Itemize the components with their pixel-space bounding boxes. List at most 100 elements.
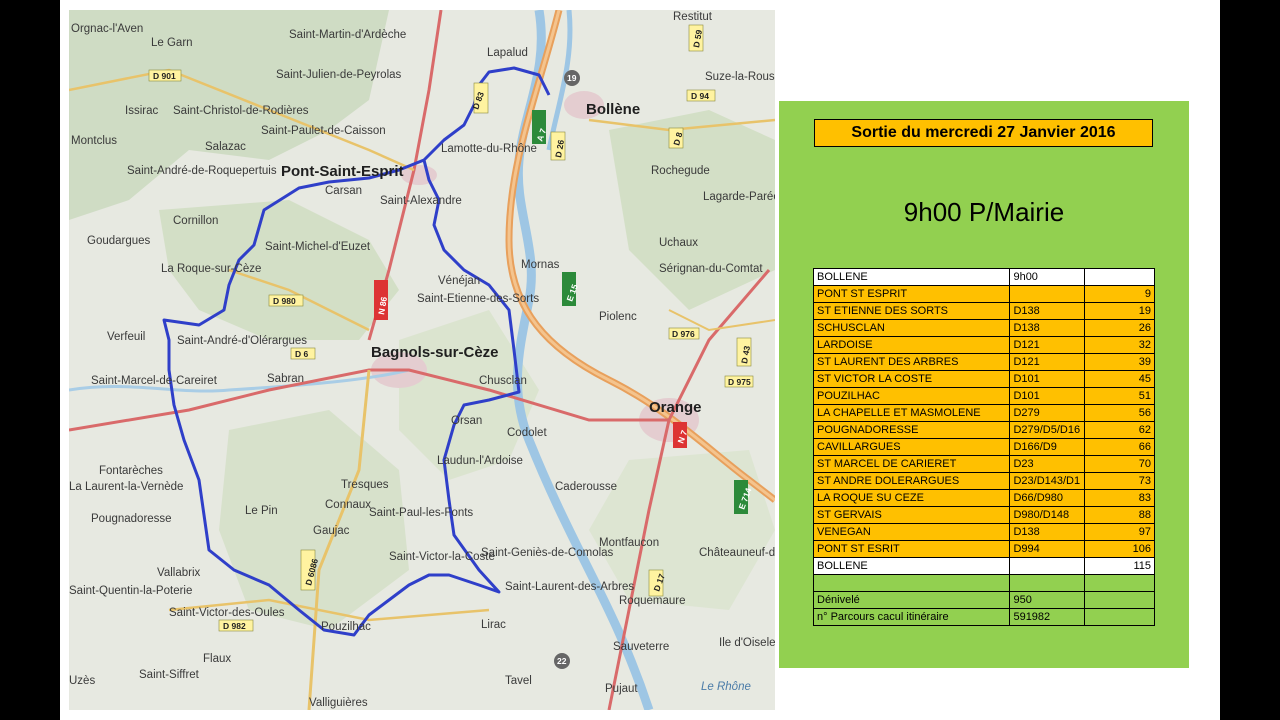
svg-text:Saint-Christol-de-Rodières: Saint-Christol-de-Rodières xyxy=(173,105,309,117)
svg-text:Orsan: Orsan xyxy=(451,415,482,427)
svg-text:Roquemaure: Roquemaure xyxy=(619,595,685,607)
svg-text:Restitut: Restitut xyxy=(673,11,713,23)
svg-text:Lapalud: Lapalud xyxy=(487,47,528,59)
svg-text:Valliguières: Valliguières xyxy=(309,697,368,709)
svg-text:Cornillon: Cornillon xyxy=(173,215,218,227)
svg-text:Uzès: Uzès xyxy=(69,675,95,687)
cell-place: POUZILHAC xyxy=(812,387,1011,405)
svg-text:Saint-Julien-de-Peyrolas: Saint-Julien-de-Peyrolas xyxy=(276,69,402,81)
svg-text:Lamotte-du-Rhône: Lamotte-du-Rhône xyxy=(441,143,537,155)
svg-text:Rochegude: Rochegude xyxy=(651,165,710,177)
cell-place: LARDOISE xyxy=(812,336,1011,354)
svg-text:D 901: D 901 xyxy=(153,71,176,81)
cell-place: Dénivelé xyxy=(812,591,1011,609)
cell-road: D101 xyxy=(1009,370,1085,388)
svg-text:D 6: D 6 xyxy=(295,349,309,359)
svg-text:Saint-Marcel-de-Careiret: Saint-Marcel-de-Careiret xyxy=(91,375,218,387)
svg-text:Saint-Victor-des-Oules: Saint-Victor-des-Oules xyxy=(169,607,285,619)
city-orange: Orange xyxy=(649,399,702,416)
cell-road: D66/D980 xyxy=(1009,489,1085,507)
cell-road xyxy=(1009,557,1085,575)
cell-km: 66 xyxy=(1083,438,1156,456)
cell-road: D166/D9 xyxy=(1009,438,1085,456)
cell-road: D279/D5/D16 xyxy=(1009,421,1085,439)
svg-text:Carsan: Carsan xyxy=(325,185,362,197)
svg-text:Lirac: Lirac xyxy=(481,619,506,631)
cell-km: 88 xyxy=(1083,506,1156,524)
cell-road: D138 xyxy=(1009,523,1085,541)
cell-place: n° Parcours cacul itinéraire xyxy=(812,608,1011,626)
svg-text:Vallabrix: Vallabrix xyxy=(157,567,200,579)
svg-text:Pujaut: Pujaut xyxy=(605,683,638,695)
cell-road: D980/D148 xyxy=(1009,506,1085,524)
svg-text:Goudargues: Goudargues xyxy=(87,235,151,247)
cell-km: 32 xyxy=(1083,336,1156,354)
city-bagnols: Bagnols-sur-Cèze xyxy=(371,344,499,361)
svg-text:Montclus: Montclus xyxy=(71,135,117,147)
cell-km: 70 xyxy=(1083,455,1156,473)
svg-text:Saint-Geniès-de-Comolas: Saint-Geniès-de-Comolas xyxy=(481,547,614,559)
cell-place xyxy=(812,574,1011,592)
cell-road: D101 xyxy=(1009,387,1085,405)
svg-text:Laudun-l'Ardoise: Laudun-l'Ardoise xyxy=(437,455,523,467)
svg-text:Lagarde-Paréol: Lagarde-Paréol xyxy=(703,191,775,203)
cell-place: POUGNADORESSE xyxy=(812,421,1011,439)
cell-place: PONT ST ESRIT xyxy=(812,540,1011,558)
city-bollene: Bollène xyxy=(586,101,640,118)
itinerary-row: SCHUSCLAN D138 26 xyxy=(812,319,1156,337)
svg-text:Vénéjan: Vénéjan xyxy=(438,275,480,287)
svg-text:Saint-Martin-d'Ardèche: Saint-Martin-d'Ardèche xyxy=(289,29,406,41)
itinerary-row: ST GERVAIS D980/D148 88 xyxy=(812,506,1156,524)
cell-road: D23 xyxy=(1009,455,1085,473)
cell-road: 950 xyxy=(1009,591,1085,609)
cell-place: ST MARCEL DE CARIERET xyxy=(812,455,1011,473)
svg-text:D 975: D 975 xyxy=(728,377,751,387)
cell-km xyxy=(1083,608,1156,626)
cell-km xyxy=(1083,268,1156,286)
svg-text:Saint-Laurent-des-Arbres: Saint-Laurent-des-Arbres xyxy=(505,581,634,593)
itinerary-row: ST ANDRE DOLERARGUES D23/D143/D1 73 xyxy=(812,472,1156,490)
cell-place: VENEGAN xyxy=(812,523,1011,541)
itinerary-row: BOLLENE 9h00 xyxy=(812,268,1156,286)
svg-text:Suze-la-Rousse: Suze-la-Rousse xyxy=(705,71,775,83)
cell-place: LA CHAPELLE ET MASMOLENE xyxy=(812,404,1011,422)
cell-place: SCHUSCLAN xyxy=(812,319,1011,337)
svg-text:Saint-Quentin-la-Poterie: Saint-Quentin-la-Poterie xyxy=(69,585,192,597)
svg-text:Codolet: Codolet xyxy=(507,427,547,439)
svg-text:D 94: D 94 xyxy=(691,91,709,101)
cell-place: ST VICTOR LA COSTE xyxy=(812,370,1011,388)
itinerary-row: ST VICTOR LA COSTE D101 45 xyxy=(812,370,1156,388)
cell-road xyxy=(1009,285,1085,303)
svg-text:Caderousse: Caderousse xyxy=(555,481,617,493)
cell-road: D121 xyxy=(1009,353,1085,371)
cell-km: 56 xyxy=(1083,404,1156,422)
svg-text:La Laurent-la-Vernède: La Laurent-la-Vernède xyxy=(69,481,183,493)
cell-road: 591982 xyxy=(1009,608,1085,626)
cell-km xyxy=(1083,591,1156,609)
cell-place: LA ROQUE SU CEZE xyxy=(812,489,1011,507)
cell-km: 26 xyxy=(1083,319,1156,337)
svg-text:Saint-Etienne-des-Sorts: Saint-Etienne-des-Sorts xyxy=(417,293,539,305)
svg-text:Mornas: Mornas xyxy=(521,259,560,271)
svg-text:Flaux: Flaux xyxy=(203,653,231,665)
ride-info-panel: Sortie du mercredi 27 Janvier 2016 9h00 … xyxy=(779,101,1189,668)
svg-text:Salazac: Salazac xyxy=(205,141,246,153)
itinerary-row: PONT ST ESRIT D994 106 xyxy=(812,540,1156,558)
itinerary-row: LA CHAPELLE ET MASMOLENE D279 56 xyxy=(812,404,1156,422)
svg-text:Verfeuil: Verfeuil xyxy=(107,331,145,343)
cell-road: D138 xyxy=(1009,319,1085,337)
cell-road: D279 xyxy=(1009,404,1085,422)
itinerary-row: n° Parcours cacul itinéraire 591982 xyxy=(812,608,1156,626)
itinerary-row: CAVILLARGUES D166/D9 66 xyxy=(812,438,1156,456)
itinerary-row: ST LAURENT DES ARBRES D121 39 xyxy=(812,353,1156,371)
route-map[interactable]: D 901 D 83 D 59 D 94 D 8 D 26 A 7 N 86 D… xyxy=(69,10,775,710)
cell-km: 45 xyxy=(1083,370,1156,388)
svg-text:Issirac: Issirac xyxy=(125,105,158,117)
itinerary-table: BOLLENE 9h00 PONT ST ESPRIT 9 ST ETIENNE DES… xyxy=(812,268,1156,626)
itinerary-row xyxy=(812,574,1156,592)
svg-text:Piolenc: Piolenc xyxy=(599,311,637,323)
svg-text:Sabran: Sabran xyxy=(267,373,304,385)
cell-road: D138 xyxy=(1009,302,1085,320)
svg-text:Gaujac: Gaujac xyxy=(313,525,350,537)
svg-text:Saint-Victor-la-Coste: Saint-Victor-la-Coste xyxy=(389,551,495,563)
